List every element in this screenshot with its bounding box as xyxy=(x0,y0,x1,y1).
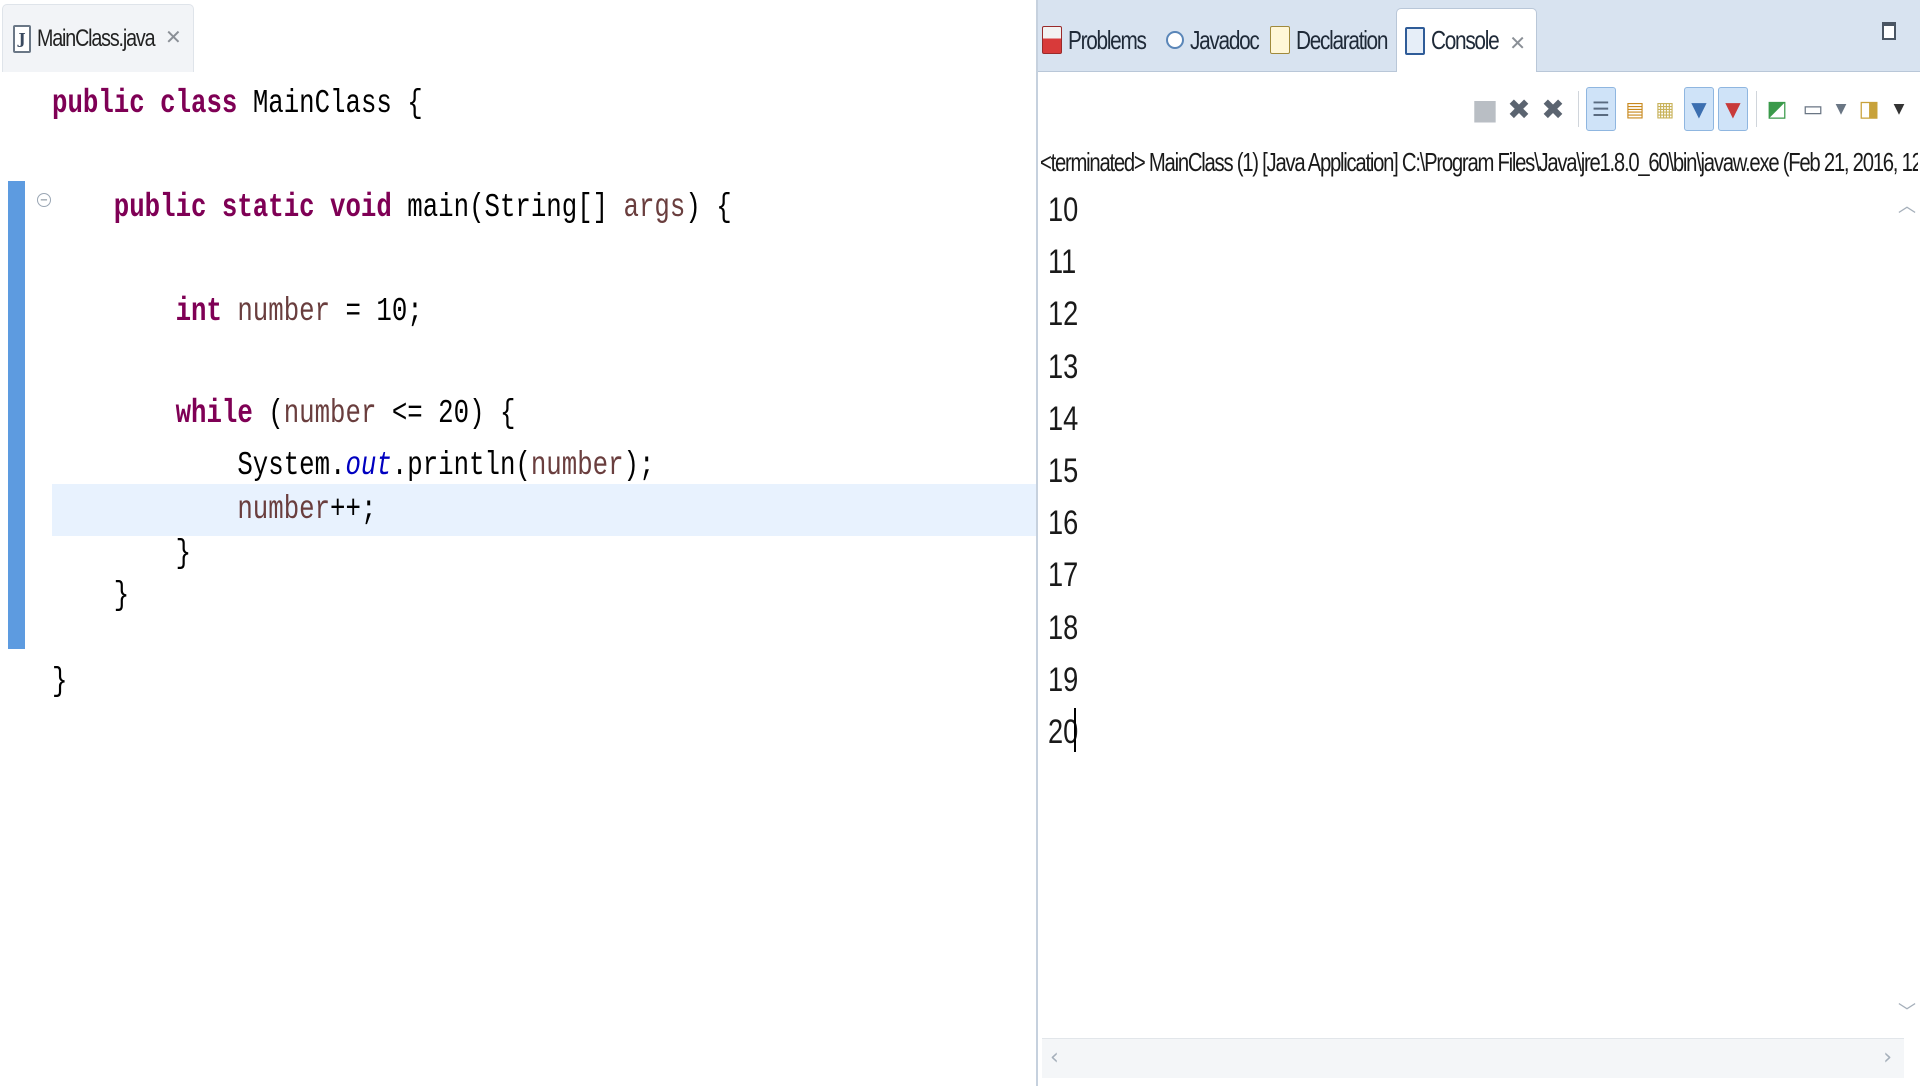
java-file-icon: J xyxy=(13,24,31,53)
code-token: .println( xyxy=(391,447,531,484)
tab-console[interactable]: Console ✕ xyxy=(1396,8,1537,72)
code-token: MainClass { xyxy=(252,85,423,122)
java-editor[interactable]: J MainClass.java ✕ − public class MainCl… xyxy=(0,0,1036,1086)
code-token: int xyxy=(52,293,238,330)
console-output-line: 11 xyxy=(1048,243,1077,282)
console-output-line: 17 xyxy=(1048,556,1079,595)
code-token: number xyxy=(237,293,331,330)
code-line[interactable]: public static void main(String[] args) { xyxy=(52,182,820,234)
chevron-down-icon[interactable]: ▼ xyxy=(1826,87,1856,131)
tab-declaration[interactable]: Declaration xyxy=(1270,8,1410,72)
close-icon[interactable]: ✕ xyxy=(165,25,182,49)
code-token: while xyxy=(52,395,269,432)
editor-tab-label: MainClass.java xyxy=(37,24,156,52)
vertical-scrollbar[interactable]: ︿ ﹀ xyxy=(1892,188,1918,1028)
quick-diff-change-bar xyxy=(8,181,25,649)
code-token: args xyxy=(623,189,686,226)
tab-problems-label: Problems xyxy=(1068,24,1147,55)
console-toolbar: ■ ✖ ✖ ☰ ▤ ▦ ▼ ▼ ◩ ▭ ▼ ◨ ▼ xyxy=(1038,73,1920,145)
text-caret xyxy=(1074,708,1076,752)
show-on-output-icon[interactable]: ▦ xyxy=(1650,87,1680,131)
code-token: = 10; xyxy=(330,293,423,330)
code-line[interactable] xyxy=(52,338,820,390)
console-output-line: 18 xyxy=(1048,608,1079,647)
code-token: } xyxy=(52,535,192,572)
code-token: number xyxy=(237,491,331,528)
code-line[interactable]: int number = 10; xyxy=(52,286,820,338)
scroll-right-icon[interactable]: › xyxy=(1883,1045,1892,1070)
horizontal-scrollbar[interactable]: ‹ › xyxy=(1042,1038,1904,1078)
scroll-left-icon[interactable]: ‹ xyxy=(1050,1045,1059,1070)
code-token: main(String[] xyxy=(407,189,624,226)
display-console-icon[interactable]: ▭ xyxy=(1798,87,1828,131)
scroll-up-icon[interactable]: ︿ xyxy=(1898,192,1916,218)
code-token: ) { xyxy=(685,189,732,226)
tab-javadoc-label: Javadoc xyxy=(1190,24,1260,55)
minimize-view-icon[interactable] xyxy=(1882,22,1896,40)
view-tab-bar: Problems Javadoc Declaration Console ✕ xyxy=(1038,0,1920,72)
scroll-down-icon[interactable]: ﹀ xyxy=(1898,998,1916,1024)
console-output-line: 16 xyxy=(1048,504,1079,543)
declaration-icon xyxy=(1270,26,1290,54)
code-token: public static void xyxy=(52,189,408,226)
terminate-icon[interactable]: ■ xyxy=(1470,87,1500,131)
console-output-line: 13 xyxy=(1048,347,1079,386)
code-token: out xyxy=(345,447,392,484)
show-on-stderr-icon[interactable]: ▼ xyxy=(1718,87,1748,131)
console-output-line: 14 xyxy=(1048,399,1079,438)
code-token: public class xyxy=(52,85,253,122)
editor-tab-bar: J MainClass.java ✕ xyxy=(0,0,1036,72)
console-output-line: 10 xyxy=(1048,191,1079,229)
console-output[interactable]: 10 11 12 13 14 15 16 17 18 19 20 xyxy=(1040,184,1900,1032)
word-wrap-icon[interactable]: ▤ xyxy=(1620,87,1650,131)
code-token: ++; xyxy=(330,491,377,528)
pin-console-icon[interactable]: ◩ xyxy=(1762,87,1792,131)
console-output-line: 12 xyxy=(1048,295,1079,334)
code-line[interactable]: } xyxy=(52,570,820,622)
show-on-stdout-icon[interactable]: ▼ xyxy=(1684,87,1714,131)
code-token: } xyxy=(52,577,130,614)
code-token: number xyxy=(530,447,624,484)
editor-tab-mainclass[interactable]: J MainClass.java ✕ xyxy=(2,4,194,72)
code-area[interactable]: public class MainClass { public static v… xyxy=(52,74,1036,1086)
console-output-line: 15 xyxy=(1048,452,1079,490)
remove-all-terminated-icon[interactable]: ✖ xyxy=(1538,87,1568,131)
code-line[interactable] xyxy=(52,128,820,180)
code-token: number xyxy=(283,395,377,432)
chevron-down-icon[interactable]: ▼ xyxy=(1884,87,1914,131)
tab-javadoc[interactable]: Javadoc xyxy=(1166,8,1276,72)
problems-icon xyxy=(1042,26,1062,54)
process-description: <terminated> MainClass (1) [Java Applica… xyxy=(1040,147,1918,177)
scroll-lock-icon[interactable]: ☰ xyxy=(1586,87,1616,131)
code-line[interactable]: while (number <= 20) { xyxy=(52,388,820,440)
open-console-icon[interactable]: ◨ xyxy=(1854,87,1884,131)
code-token: ); xyxy=(623,447,655,484)
console-output-line: 19 xyxy=(1048,660,1079,699)
code-line[interactable] xyxy=(52,234,820,286)
close-icon[interactable]: ✕ xyxy=(1509,31,1526,55)
console-view: Problems Javadoc Declaration Console ✕ ■… xyxy=(1036,0,1920,1086)
code-line[interactable]: public class MainClass { xyxy=(52,78,820,130)
code-token: } xyxy=(52,663,68,700)
remove-launch-icon[interactable]: ✖ xyxy=(1504,87,1534,131)
code-token: <= 20) { xyxy=(376,395,516,432)
code-token: System. xyxy=(52,447,346,484)
fold-collapse-icon[interactable]: − xyxy=(37,193,51,207)
code-token: ( xyxy=(268,395,284,432)
tab-problems[interactable]: Problems xyxy=(1042,8,1165,72)
code-line[interactable]: } xyxy=(52,656,820,708)
tab-declaration-label: Declaration xyxy=(1296,24,1388,55)
javadoc-icon xyxy=(1166,31,1184,49)
tab-console-label: Console xyxy=(1431,25,1500,55)
console-icon xyxy=(1405,26,1425,55)
